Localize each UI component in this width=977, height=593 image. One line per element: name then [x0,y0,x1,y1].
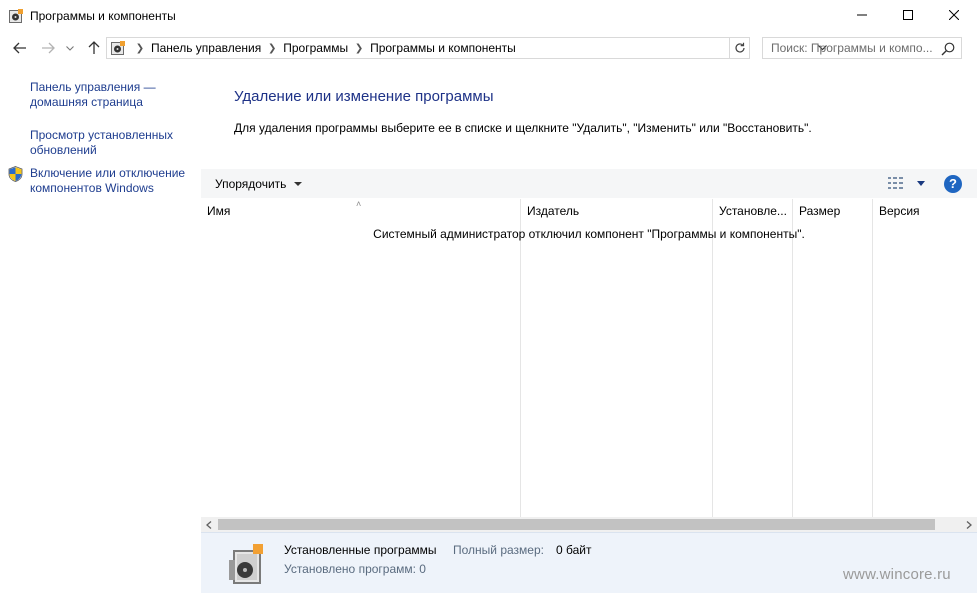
page-heading: Удаление или изменение программы [234,88,494,105]
search-icon[interactable] [941,42,955,56]
column-header-version[interactable]: Версия [873,199,920,224]
installed-programs-icon [229,544,263,584]
recent-locations-button[interactable] [63,38,77,58]
organize-button[interactable]: Упорядочить [207,169,310,198]
back-arrow-icon [13,42,26,54]
breadcrumb-separator-icon[interactable]: ❯ [133,43,147,54]
control-panel-icon [111,41,125,55]
window-title: Программы и компоненты [30,9,176,23]
navigation-bar: ❯ Панель управления ❯ Программы ❯ Програ… [0,32,977,64]
scroll-right-icon [966,520,972,529]
maximize-icon [903,10,913,20]
close-button[interactable] [931,0,977,30]
uac-shield-icon [8,166,23,182]
programs-features-icon [9,9,23,23]
sort-ascending-icon: ˄ [356,199,362,209]
scroll-left-button[interactable] [204,519,214,530]
breadcrumb-programs-features[interactable]: Программы и компоненты [370,41,516,55]
refresh-icon [734,42,745,53]
up-arrow-icon [88,41,100,54]
minimize-button[interactable] [839,0,885,30]
close-icon [949,10,959,20]
refresh-button[interactable] [730,37,750,59]
breadcrumb-control-panel[interactable]: Панель управления [151,41,261,55]
search-box [762,37,962,59]
forward-button[interactable] [38,38,58,58]
breadcrumb-separator-icon[interactable]: ❯ [265,43,279,54]
total-size-label: Полный размер: [453,543,544,557]
horizontal-scrollbar[interactable] [201,517,977,532]
column-header-installed-on[interactable]: Установле... [713,199,787,224]
column-header-size[interactable]: Размер [793,199,840,224]
column-installed-on: Установле... [713,199,793,517]
title-bar: Программы и компоненты [0,0,977,32]
chevron-down-icon [66,45,74,51]
admin-disabled-message: Системный администратор отключил компоне… [373,227,805,241]
forward-arrow-icon [42,42,55,54]
view-installed-updates-link[interactable]: Просмотр установленных обновлений [30,128,195,158]
control-panel-home-link[interactable]: Панель управления — домашняя страница [30,80,195,110]
breadcrumb-separator-icon[interactable]: ❯ [352,43,366,54]
help-icon[interactable]: ? [944,175,962,193]
column-header-publisher[interactable]: Издатель [521,199,579,224]
left-pane: Панель управления — домашняя страница Пр… [0,64,200,593]
scrollbar-thumb[interactable] [218,519,935,530]
total-size-value: 0 байт [556,543,592,557]
address-bar[interactable]: ❯ Панель управления ❯ Программы ❯ Програ… [106,37,827,59]
watermark: www.wincore.ru [843,566,951,583]
scroll-left-icon [206,520,212,529]
minimize-icon [857,14,867,16]
page-description: Для удаления программы выберите ее в спи… [234,121,812,135]
breadcrumb: ❯ Панель управления ❯ Программы ❯ Програ… [133,41,520,55]
column-publisher: Издатель [521,199,713,517]
column-name: Имя ˄ [201,199,521,517]
windows-features-link[interactable]: Включение или отключение компонентов Win… [30,166,195,196]
programs-list: Имя ˄ Издатель Установле... Размер Верси… [201,199,977,517]
organize-label: Упорядочить [215,176,287,191]
installed-count: Установлено программ: 0 [284,562,426,576]
back-button[interactable] [10,38,30,58]
details-pane: Установленные программы Полный размер: 0… [201,532,977,593]
view-dropdown-icon[interactable] [917,181,925,186]
search-input[interactable] [771,41,939,55]
column-version: Версия [873,199,977,517]
view-options-icon[interactable] [887,176,905,190]
column-size: Размер [793,199,873,517]
maximize-button[interactable] [885,0,931,30]
installed-programs-title: Установленные программы [284,543,437,557]
command-bar: Упорядочить ? [201,169,977,198]
scroll-right-button[interactable] [964,519,974,530]
up-button[interactable] [84,38,104,58]
column-header-name[interactable]: Имя [201,199,230,224]
breadcrumb-programs[interactable]: Программы [283,41,348,55]
dropdown-arrow-icon [294,181,303,186]
